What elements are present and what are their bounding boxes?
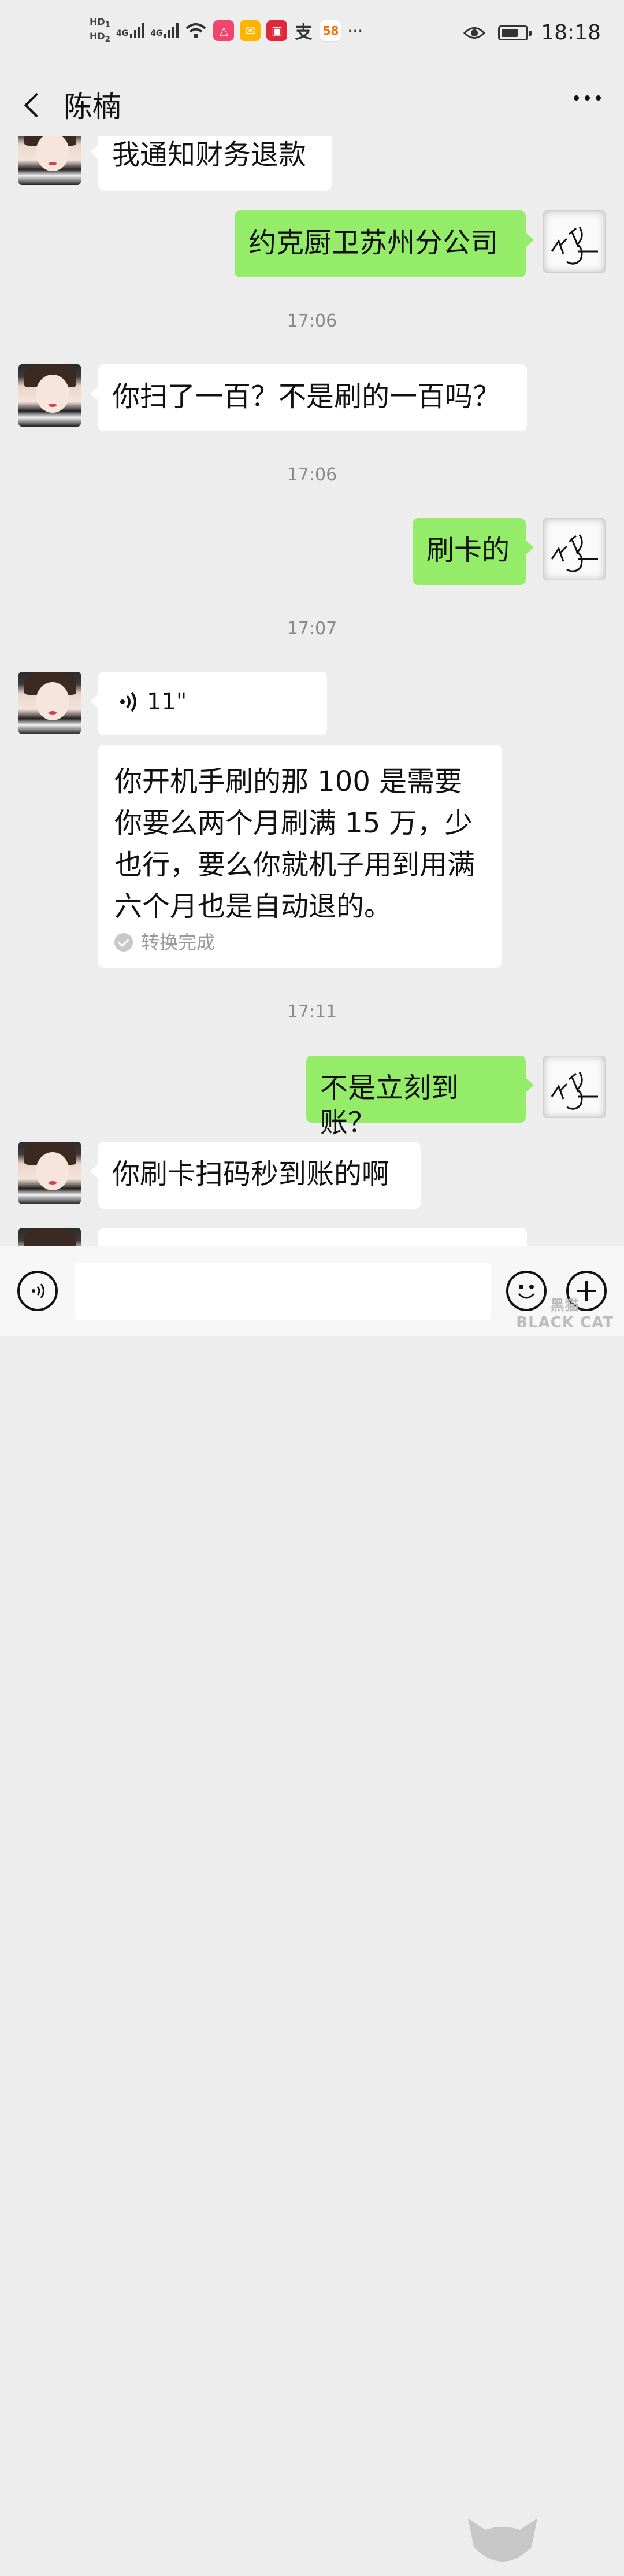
back-button[interactable] bbox=[20, 86, 54, 121]
message-text: 约克厨卫苏州分公司 bbox=[248, 227, 499, 259]
app-58-icon: 58 bbox=[320, 20, 342, 42]
chat-area[interactable]: 我通知财务退款 约克厨卫苏州分公司 17:06 你扫了一百？不是刷的一百吗？ 1… bbox=[0, 0, 624, 1246]
watermark-text: 黑猫 BLACK CAT bbox=[516, 1297, 614, 1331]
status-bar: HD1 HD2 4G 4G △ ✉ ▣ 支 58 ··· 18:18 bbox=[0, 0, 624, 72]
my-avatar[interactable] bbox=[543, 518, 606, 580]
signature-icon bbox=[551, 534, 598, 572]
transcript-text: 你开机手刷的那 100 是需要你要么两个月刷满 15 万，少也行，要么你就机子用… bbox=[114, 765, 476, 923]
contact-avatar[interactable] bbox=[18, 672, 81, 734]
message-bubble-incoming[interactable] bbox=[98, 1228, 527, 1246]
signature-icon bbox=[551, 227, 598, 265]
timestamp: 17:07 bbox=[287, 619, 337, 639]
message-text: 你刷卡扫码秒到账的啊 bbox=[112, 1158, 390, 1190]
eye-icon bbox=[463, 27, 486, 39]
hd-indicator: HD1 HD2 bbox=[90, 16, 110, 45]
more-options-button[interactable] bbox=[574, 95, 601, 101]
message-text: 我通知财务退款 bbox=[112, 139, 307, 171]
message-bubble-outgoing[interactable]: 不是立刻到账？ bbox=[306, 1056, 534, 1139]
voice-icon bbox=[32, 1283, 44, 1298]
check-icon bbox=[114, 933, 133, 952]
contact-avatar[interactable] bbox=[18, 1142, 81, 1204]
clock: 18:18 bbox=[541, 21, 601, 45]
signal-icon: 4G bbox=[116, 23, 145, 39]
my-avatar[interactable] bbox=[543, 1056, 606, 1118]
timestamp: 17:06 bbox=[287, 465, 337, 485]
shop-icon: ▣ bbox=[266, 20, 288, 42]
signal-icon: 4G bbox=[150, 23, 179, 39]
chat-title: 陈楠 bbox=[64, 90, 121, 124]
my-avatar[interactable] bbox=[543, 210, 606, 273]
transcript-status: 转换完成 bbox=[141, 931, 216, 953]
wifi-icon bbox=[186, 23, 206, 39]
watermark-cat-logo bbox=[468, 2518, 537, 2562]
mail-icon: ✉ bbox=[240, 20, 261, 42]
message-bubble-outgoing[interactable]: 刷卡的 bbox=[413, 518, 534, 585]
battery-icon bbox=[498, 25, 532, 40]
chat-header: 陈楠 bbox=[0, 72, 624, 136]
message-bubble-outgoing[interactable]: 约克厨卫苏州分公司 bbox=[235, 210, 534, 277]
timestamp: 17:06 bbox=[287, 311, 337, 331]
voice-duration: 11" bbox=[147, 689, 187, 715]
message-input[interactable] bbox=[75, 1263, 491, 1320]
voice-message-bubble[interactable]: 11" bbox=[90, 672, 327, 735]
more-notifications: ··· bbox=[347, 21, 363, 40]
alipay-icon: 支 bbox=[295, 23, 313, 43]
contact-avatar[interactable] bbox=[18, 364, 81, 427]
voice-transcript[interactable]: 你开机手刷的那 100 是需要你要么两个月刷满 15 万，少也行，要么你就机子用… bbox=[98, 745, 502, 968]
message-bubble-incoming[interactable]: 你扫了一百？不是刷的一百吗？ bbox=[90, 364, 527, 431]
timestamp: 17:11 bbox=[287, 1002, 337, 1022]
voice-wave-icon bbox=[120, 691, 136, 712]
message-text: 你扫了一百？不是刷的一百吗？ bbox=[112, 380, 501, 413]
voice-input-button[interactable] bbox=[17, 1271, 58, 1311]
app-notification-icon: △ bbox=[213, 20, 235, 42]
input-bar: 黑猫 BLACK CAT bbox=[0, 1246, 624, 2562]
signature-icon bbox=[551, 1072, 598, 1110]
message-text: 刷卡的 bbox=[426, 534, 510, 567]
contact-avatar[interactable] bbox=[18, 1228, 81, 1246]
message-bubble-incoming[interactable]: 你刷卡扫码秒到账的啊 bbox=[90, 1142, 421, 1209]
message-text: 不是立刻到账？ bbox=[320, 1072, 459, 1139]
